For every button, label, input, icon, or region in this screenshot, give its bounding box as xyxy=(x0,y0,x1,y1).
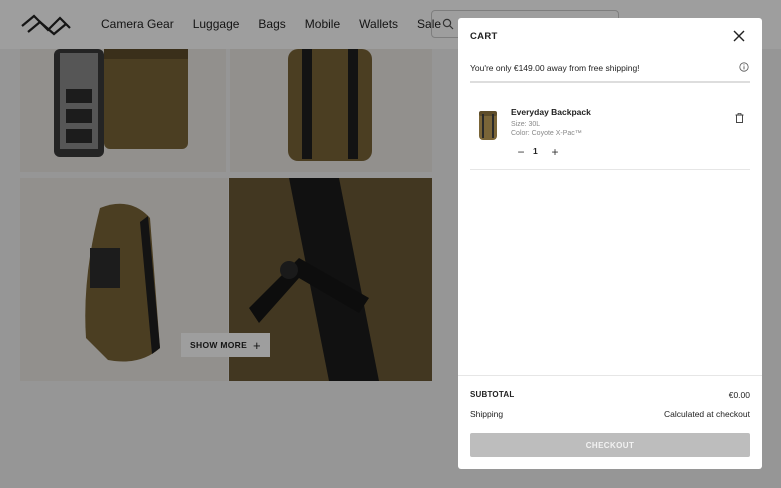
product-name[interactable]: Everyday Backpack xyxy=(511,107,591,117)
cart-line-item: Everyday Backpack Size: 30L Color: Coyot… xyxy=(470,102,750,170)
free-shipping-progress-bar xyxy=(470,81,750,83)
quantity-increase-button[interactable]: + xyxy=(549,146,561,158)
quantity-decrease-button[interactable]: − xyxy=(515,146,527,158)
product-color: Color: Coyote X-Pac™ xyxy=(511,130,582,137)
cart-title: CART xyxy=(470,31,498,42)
subtotal-value: €0.00 xyxy=(728,390,750,400)
checkout-button[interactable]: CHECKOUT xyxy=(470,433,750,457)
shipping-value: Calculated at checkout xyxy=(664,409,750,419)
info-icon[interactable] xyxy=(739,62,749,72)
free-shipping-message: You're only €149.00 away from free shipp… xyxy=(470,63,640,73)
quantity-value: 1 xyxy=(533,146,538,156)
cart-footer-divider xyxy=(458,375,762,376)
cart-drawer: CART You're only €149.00 away from free … xyxy=(458,18,762,469)
close-icon[interactable] xyxy=(732,29,746,43)
shipping-label: Shipping xyxy=(470,409,504,419)
subtotal-label: SUBTOTAL xyxy=(470,390,515,399)
trash-icon[interactable] xyxy=(735,113,744,123)
product-size: Size: 30L xyxy=(511,121,541,128)
product-thumbnail[interactable] xyxy=(474,108,502,142)
